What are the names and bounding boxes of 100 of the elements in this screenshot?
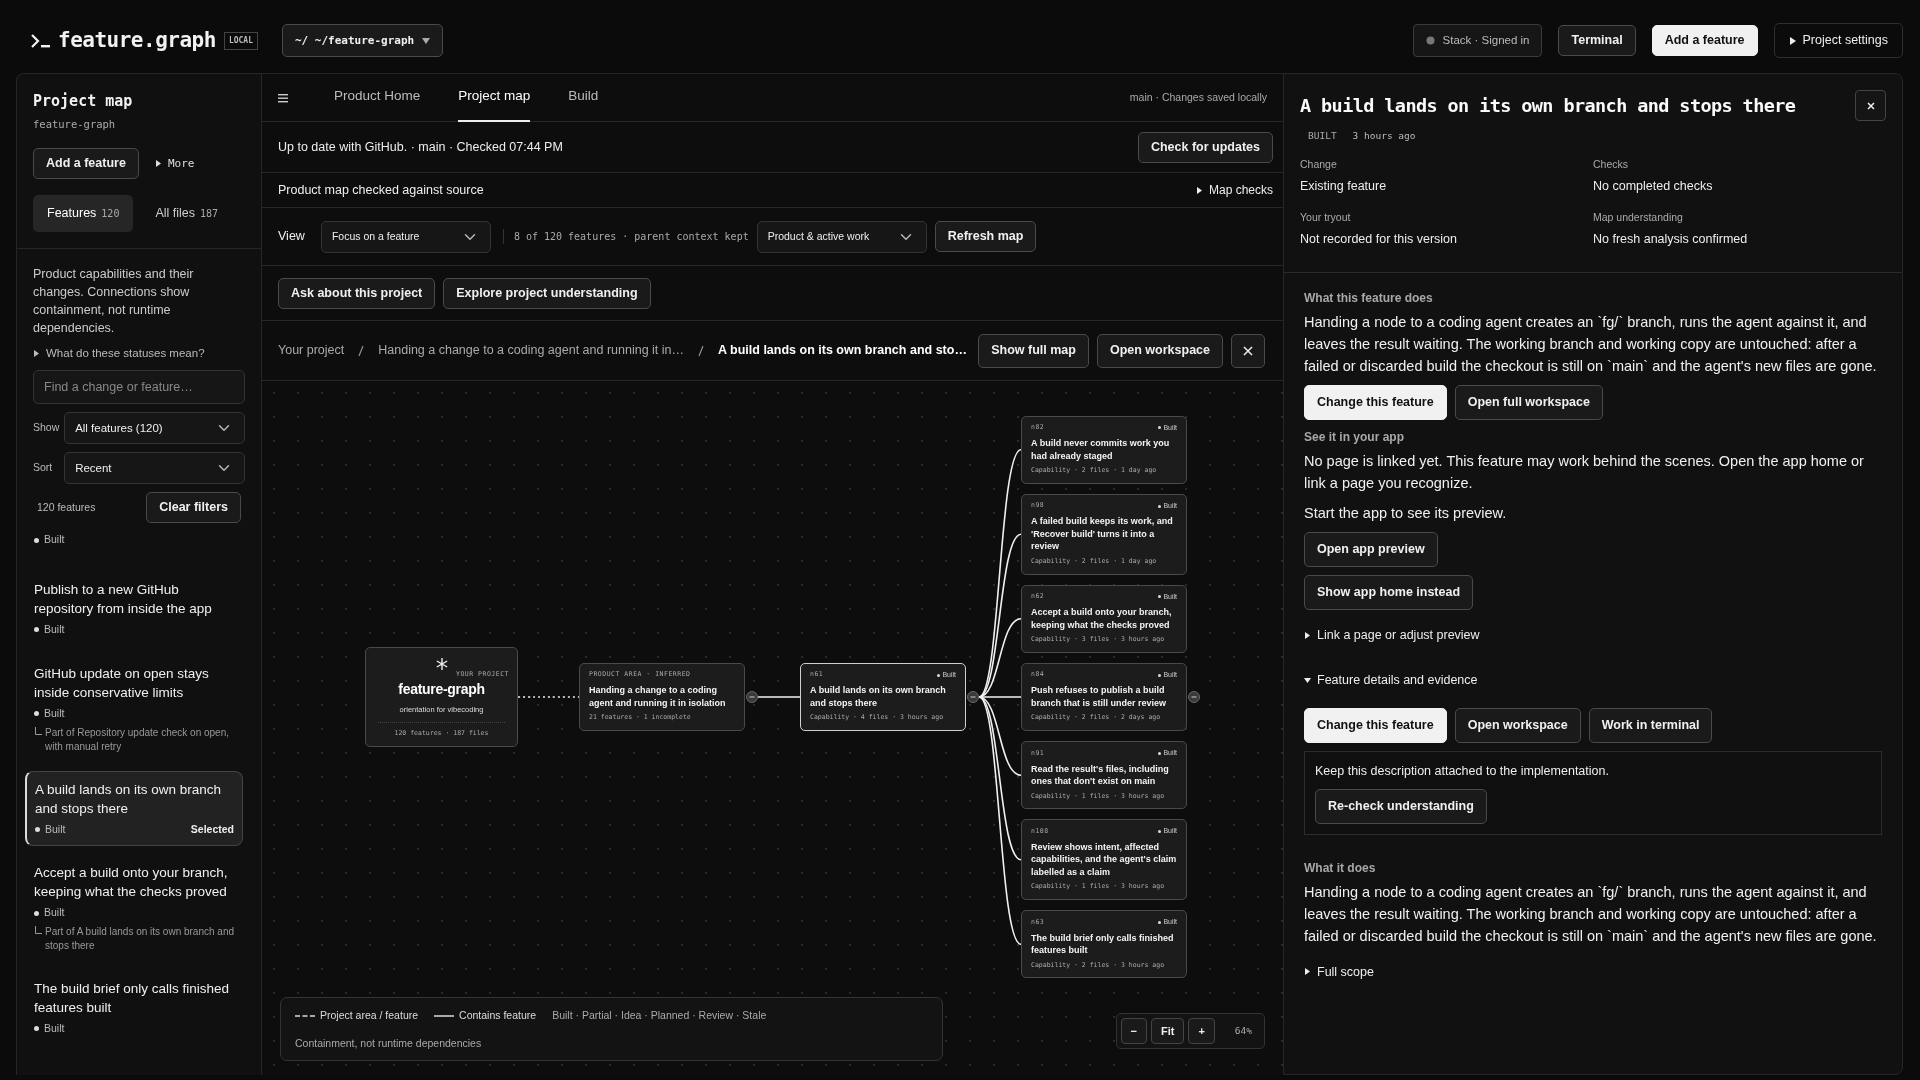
path-dropdown[interactable]: ~/ ~/feature-graph xyxy=(281,23,444,58)
search-field[interactable]: Find a change or feature… xyxy=(33,370,245,405)
close-icon xyxy=(1243,345,1253,356)
statuses-help-toggle[interactable]: What do these statuses mean? xyxy=(33,345,205,363)
view-label: View xyxy=(278,228,305,246)
nav-tab[interactable]: Build xyxy=(568,73,599,122)
feature-list-item[interactable]: Built xyxy=(25,531,243,557)
nav-tab[interactable]: Product Home xyxy=(334,73,421,122)
status-dot xyxy=(34,627,39,633)
map-checks-toggle[interactable]: Map checks xyxy=(1195,181,1273,199)
sidebar-tab[interactable]: All files 187 xyxy=(141,195,233,232)
action-button[interactable]: Ask about this project xyxy=(278,277,436,309)
scope-select[interactable]: Product & active work xyxy=(756,220,927,253)
selected-label: Selected xyxy=(190,821,234,837)
section-toggle[interactable]: Full scope xyxy=(1304,962,1882,982)
solid-line-icon xyxy=(434,1013,455,1018)
collapse-handle[interactable] xyxy=(746,691,758,703)
feature-list-item[interactable]: GitHub update on open stays inside conservative limits Built Part of Repository update check on open, with manual retry xyxy=(25,654,243,763)
breadcrumb-link[interactable]: A build lands on its own branch and sto… xyxy=(718,341,967,360)
fact-value: No completed checks xyxy=(1593,178,1714,195)
body-text: Handing a node to a coding agent creates an `fg/` branch, runs the agent against it, and leaves the result waiting. The working branch and working copy are untouched: after a failed or discarded build the checkout is still on `main` and the agent's new files are gone. xyxy=(1304,313,1878,377)
breadcrumb-action-button[interactable]: Open workspace xyxy=(1096,333,1223,368)
parent-note: Part of Repository update check on open, with manual retry xyxy=(45,725,230,754)
feature-list-item[interactable]: Publish to a new GitHub repository from inside the app Built xyxy=(25,571,243,647)
action-button[interactable]: Open workspace xyxy=(1454,707,1581,743)
add-feature-button[interactable]: Add a feature xyxy=(33,148,139,180)
section-toggle[interactable]: Link a page or adjust preview xyxy=(1304,626,1882,645)
close-button[interactable] xyxy=(1231,333,1265,368)
feature-title: Publish to a new GitHub repository from inside the app xyxy=(34,581,213,618)
settings-toggle[interactable]: Project settings xyxy=(1773,23,1903,58)
collapse-handle[interactable] xyxy=(967,691,979,703)
result-count: 120 features xyxy=(37,499,96,515)
local-badge: LOCAL xyxy=(223,31,258,50)
branch-icon xyxy=(34,726,43,736)
status-dot xyxy=(1158,673,1162,677)
action-button[interactable]: Work in terminal xyxy=(1588,707,1713,743)
description-text: Product capabilities and their changes. Connections show containment, not runtime dependencies. xyxy=(33,266,195,337)
status-dot xyxy=(35,826,40,832)
app-logo: feature.graph xyxy=(58,26,216,54)
action-button[interactable]: Open full workspace xyxy=(1454,385,1603,421)
node-title: Review shows intent, affected capabilities, and the agent's claim labelled as a claim xyxy=(1031,840,1177,879)
status-label: Built xyxy=(44,622,65,637)
filter-select[interactable]: Recent xyxy=(64,452,245,485)
action-button[interactable]: Open app preview xyxy=(1304,532,1438,568)
filter-label: Show xyxy=(33,420,61,436)
legend-label: Contains feature xyxy=(459,1008,537,1023)
body-text: Start the app to see its preview. xyxy=(1304,504,1508,524)
branch-icon xyxy=(34,926,43,935)
action-button[interactable]: Change this feature xyxy=(1304,707,1447,743)
action-button[interactable]: Explore project understanding xyxy=(443,277,651,309)
asterisk-icon xyxy=(435,657,448,670)
menu-icon xyxy=(278,92,290,103)
collapse-handle[interactable] xyxy=(1188,691,1200,703)
clear-filters-button[interactable]: Clear filters xyxy=(146,492,241,524)
caret-down-icon xyxy=(422,37,431,44)
feature-list-item[interactable]: The build brief only calls finished features built Built xyxy=(25,970,243,1046)
nav-tab[interactable]: Project map xyxy=(458,73,531,122)
zoom-in-button[interactable]: + xyxy=(1188,1017,1215,1044)
status-dot xyxy=(1158,751,1162,755)
status-dot xyxy=(1158,426,1162,430)
status-label: Built xyxy=(44,705,65,721)
close-button[interactable] xyxy=(1855,90,1886,121)
status-dot xyxy=(34,910,39,916)
fact-value: No fresh analysis confirmed xyxy=(1593,230,1749,248)
parent-note: Part of A build lands on its own branch and stops there xyxy=(45,925,234,953)
terminal-button[interactable]: Terminal xyxy=(1558,25,1636,56)
check-updates-button[interactable]: Check for updates xyxy=(1137,131,1273,163)
dashed-line-icon xyxy=(295,1013,315,1018)
action-button[interactable]: Change this feature xyxy=(1304,385,1447,421)
feature-list-item[interactable]: A build lands on its own branch and stops there Built Selected xyxy=(25,770,243,847)
breadcrumb-link[interactable]: Handing a change to a coding agent and running it in… xyxy=(378,341,685,360)
note-text: Keep this description attached to the implementation. xyxy=(1315,762,1610,780)
legend-label: Project area / feature xyxy=(320,1008,419,1023)
node-title: Push refuses to publish a build branch that is still under review xyxy=(1031,684,1168,710)
view-select[interactable]: Focus on a feature xyxy=(320,220,491,253)
action-button[interactable]: Show app home instead xyxy=(1304,575,1474,611)
recheck-button[interactable]: Re-check understanding xyxy=(1315,788,1487,824)
node-title: The build brief only calls finished features built xyxy=(1031,931,1175,957)
slash-separator-icon xyxy=(358,344,365,357)
refresh-map-button[interactable]: Refresh map xyxy=(934,221,1037,252)
add-feature-button[interactable]: Add a feature xyxy=(1651,25,1758,56)
breadcrumb-action-button[interactable]: Show full map xyxy=(978,333,1089,368)
body-text: Handing a node to a coding agent creates an `fg/` branch, runs the agent against it, and leaves the result waiting. The working branch and working copy are untouched: after a failed or discarded build the checkout is still on `main` and the agent's new files are gone. xyxy=(1304,882,1878,946)
connector-line xyxy=(757,696,801,698)
fit-button[interactable]: Fit xyxy=(1150,1017,1185,1044)
terminal-prompt-icon xyxy=(30,32,52,49)
connector-line xyxy=(517,696,580,698)
more-toggle[interactable]: More xyxy=(154,155,195,172)
sync-status: Up to date with GitHub. · main · Checked 07:44 PM xyxy=(278,138,563,156)
filter-select[interactable]: All features (120) xyxy=(64,412,245,445)
section-toggle[interactable]: Feature details and evidence xyxy=(1304,671,1882,690)
breadcrumb-link[interactable]: Your project xyxy=(278,341,345,360)
status-label: Built xyxy=(44,532,65,548)
sidebar-tab[interactable]: Features 120 xyxy=(33,195,134,232)
feature-list-item[interactable]: Accept a build onto your branch, keeping what the checks proved Built Part of A build lands on its own branch and stops there xyxy=(25,854,243,962)
status-label: Built xyxy=(44,905,65,921)
node-title: A build lands on its own branch and stops there xyxy=(810,684,947,710)
zoom-out-button[interactable]: − xyxy=(1120,1017,1147,1044)
save-status: main · Changes saved locally xyxy=(1129,89,1267,105)
node-title: Handing a change to a coding agent and running it in isolation xyxy=(589,684,727,709)
